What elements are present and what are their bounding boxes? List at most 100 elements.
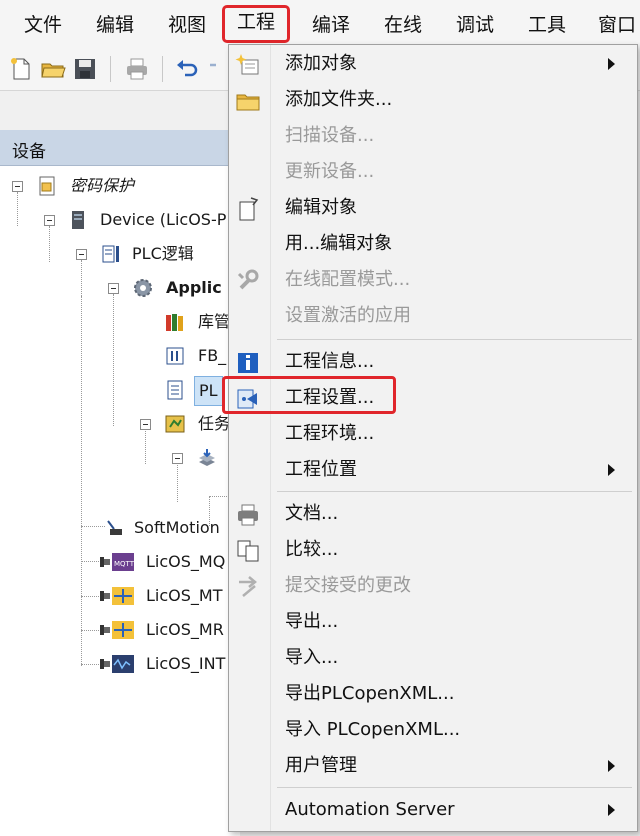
print-icon	[235, 502, 261, 528]
new-file-icon[interactable]	[8, 56, 34, 82]
tree-node-project[interactable]: 密码保护	[0, 169, 240, 203]
tree-node-application[interactable]: Applic	[0, 271, 240, 305]
add-object-icon	[235, 52, 261, 78]
tree-node-label: Device (LicOS-P	[100, 210, 227, 229]
menu-tools[interactable]: 工具	[528, 8, 566, 42]
tree-node-label: PLC逻辑	[132, 244, 194, 263]
library-icon	[164, 311, 186, 333]
collapse-toggle[interactable]	[140, 419, 151, 430]
menu-item-import[interactable]: 导入...	[229, 641, 637, 675]
signal-icon	[100, 653, 136, 675]
tree-node-label: Applic	[166, 278, 222, 297]
tree-node-label: LicOS_MQ	[146, 552, 226, 571]
tree-node-label: SoftMotion	[134, 518, 220, 537]
menu-online[interactable]: 在线	[384, 8, 422, 42]
tree-node-function-block[interactable]: FB_	[0, 339, 240, 373]
tree-node-label: 库管	[198, 312, 231, 331]
menu-item-project-info[interactable]: 工程信息...	[229, 345, 637, 379]
tree-node-licos-mq[interactable]: MQTT LicOS_MQ	[0, 545, 240, 579]
compare-icon	[235, 538, 261, 564]
menu-item-compare[interactable]: 比较...	[229, 533, 637, 567]
tree-node-label: LicOS_INT	[146, 654, 226, 673]
menu-project[interactable]: 工程	[222, 5, 291, 43]
menu-item-add-folder[interactable]: 添加文件夹...	[229, 83, 637, 117]
tree-node-plc-logic[interactable]: PLC逻辑	[0, 237, 240, 271]
function-block-icon	[164, 345, 186, 367]
menu-item-automation-server[interactable]: Automation Server	[229, 793, 637, 827]
device-panel-header: 设备	[0, 130, 240, 166]
module-icon	[100, 619, 136, 641]
menu-item-scan-devices[interactable]: 扫描设备...	[229, 119, 637, 153]
menu-separator	[277, 491, 632, 492]
svg-text:MQTT: MQTT	[114, 560, 135, 568]
task-config-icon	[164, 413, 186, 435]
menu-window[interactable]: 窗口	[598, 8, 636, 42]
wrench-icon	[235, 268, 261, 294]
menu-file[interactable]: 文件	[24, 8, 62, 42]
menu-edit[interactable]: 编辑	[96, 8, 134, 42]
menu-item-update-device[interactable]: 更新设备...	[229, 155, 637, 189]
tree-node-label: LicOS_MR	[146, 620, 224, 639]
softmotion-icon	[104, 517, 126, 539]
submenu-arrow-icon	[608, 804, 615, 816]
undo-icon[interactable]	[174, 56, 200, 82]
toolbar-separator	[162, 56, 163, 82]
menu-item-project-environment[interactable]: 工程环境...	[229, 417, 637, 451]
collapse-toggle[interactable]	[12, 181, 23, 192]
tree-node-softmotion[interactable]: SoftMotion	[0, 511, 240, 545]
menu-item-documentation[interactable]: 文档...	[229, 497, 637, 531]
device-tree: 密码保护 Device (LicOS-P PLC逻辑 Applic 库管 FB_…	[0, 166, 240, 836]
open-folder-icon[interactable]	[40, 56, 66, 82]
menu-item-export-plcopenxml[interactable]: 导出PLCopenXML...	[229, 677, 637, 711]
task-icon	[196, 447, 218, 469]
menu-item-project-location[interactable]: 工程位置	[229, 453, 637, 487]
plc-logic-icon	[100, 243, 122, 265]
menu-item-user-management[interactable]: 用户管理	[229, 749, 637, 783]
tree-node-task[interactable]	[0, 441, 240, 475]
collapse-toggle[interactable]	[108, 283, 119, 294]
submenu-arrow-icon	[608, 58, 615, 70]
module-icon	[100, 585, 136, 607]
tree-node-label: 密码保护	[70, 176, 135, 195]
tree-node-library[interactable]: 库管	[0, 305, 240, 339]
menu-build[interactable]: 编译	[312, 8, 350, 42]
collapse-toggle[interactable]	[172, 453, 183, 464]
tree-node-licos-mt[interactable]: LicOS_MT	[0, 579, 240, 613]
menu-debug[interactable]: 调试	[456, 8, 494, 42]
tree-node-label: PL	[194, 376, 223, 406]
submenu-arrow-icon	[608, 464, 615, 476]
commit-icon	[235, 574, 261, 600]
mqtt-icon: MQTT	[100, 551, 136, 573]
gear-icon	[132, 277, 154, 299]
tree-node-device[interactable]: Device (LicOS-P	[0, 203, 240, 237]
tree-node-label: FB_	[198, 346, 227, 365]
tree-node-licos-mr[interactable]: LicOS_MR	[0, 613, 240, 647]
save-icon[interactable]	[72, 56, 98, 82]
collapse-toggle[interactable]	[76, 249, 87, 260]
menu-item-import-plcopenxml[interactable]: 导入 PLCopenXML...	[229, 713, 637, 747]
menu-item-add-object[interactable]: 添加对象	[229, 47, 637, 81]
menu-bar: 文件 编辑 视图 工程 编译 在线 调试 工具 窗口	[0, 0, 640, 48]
tree-node-licos-int[interactable]: LicOS_INT	[0, 647, 240, 681]
project-menu-dropdown: 添加对象 添加文件夹... 扫描设备... 更新设备... 编辑对象 用...编…	[228, 44, 638, 832]
menu-item-set-active-app[interactable]: 设置激活的应用	[229, 299, 637, 333]
tree-node-task-config[interactable]: 任务	[0, 407, 240, 441]
program-icon	[164, 379, 186, 401]
menu-item-commit-changes[interactable]: 提交接受的更改	[229, 569, 637, 603]
menu-item-online-config-mode[interactable]: 在线配置模式...	[229, 263, 637, 297]
menu-item-export[interactable]: 导出...	[229, 605, 637, 639]
toolbar-separator	[110, 56, 111, 82]
menu-view[interactable]: 视图	[168, 8, 206, 42]
menu-separator	[277, 339, 632, 340]
device-panel-title: 设备	[12, 142, 46, 162]
tree-node-program[interactable]: PL	[0, 373, 240, 407]
folder-icon	[235, 88, 261, 114]
project-icon	[36, 175, 58, 197]
highlight-box	[222, 376, 396, 414]
device-icon	[68, 209, 90, 231]
collapse-toggle[interactable]	[44, 215, 55, 226]
print-icon[interactable]	[124, 56, 150, 82]
menu-item-edit-object-with[interactable]: 用...编辑对象	[229, 227, 637, 261]
menu-item-edit-object[interactable]: 编辑对象	[229, 191, 637, 225]
edit-object-icon	[235, 196, 261, 222]
